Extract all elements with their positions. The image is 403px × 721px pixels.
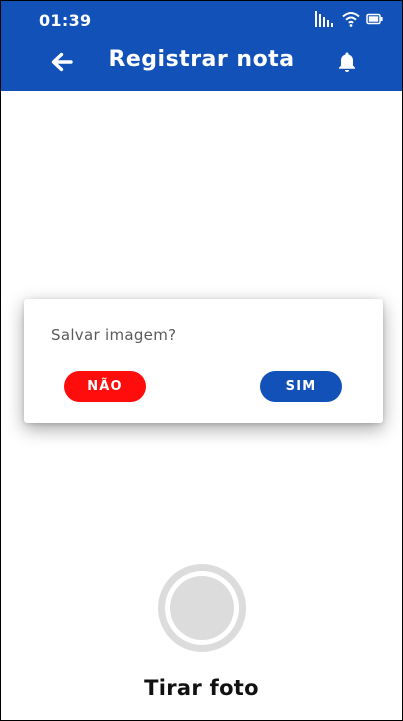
capture-label: Tirar foto: [144, 676, 259, 700]
signal-icon: [314, 10, 336, 28]
app-bar: 01:39 Registrar nota: [1, 1, 402, 91]
save-image-dialog: Salvar imagem? NÃO SIM: [24, 299, 383, 423]
dialog-message: Salvar imagem?: [51, 326, 177, 344]
shutter-inner: [170, 576, 234, 640]
shutter-ring: [165, 571, 239, 645]
status-icons: [314, 10, 384, 28]
no-button[interactable]: NÃO: [64, 371, 146, 402]
battery-icon: [366, 13, 384, 25]
yes-button[interactable]: SIM: [260, 371, 342, 402]
shutter-button-icon[interactable]: [158, 564, 246, 652]
bell-icon[interactable]: [335, 50, 359, 74]
status-time: 01:39: [39, 11, 92, 30]
screen: 01:39 Registrar nota Salvar imagem? NÃO …: [1, 1, 402, 720]
wifi-icon: [342, 11, 360, 27]
